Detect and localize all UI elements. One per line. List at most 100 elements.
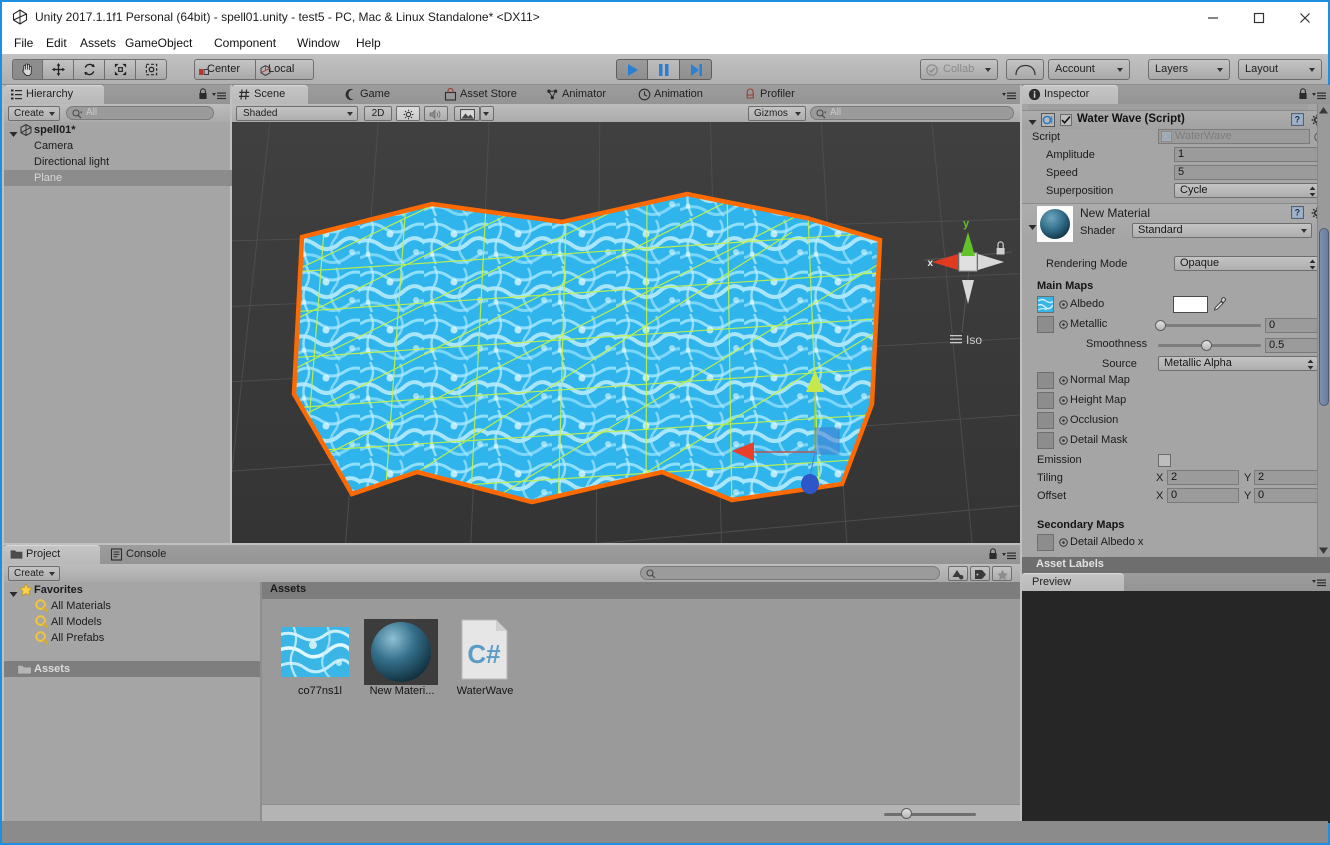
scene-gizmos-dropdown[interactable]: Gizmos: [748, 106, 806, 121]
project-create-button[interactable]: Create: [8, 566, 60, 581]
tiling-x-field[interactable]: 2: [1167, 470, 1239, 485]
field-value-superposition[interactable]: Cycle: [1174, 183, 1320, 198]
tab-console[interactable]: Console: [104, 545, 186, 564]
preview-viewport[interactable]: [1022, 591, 1330, 823]
collab-button[interactable]: Collab: [920, 59, 998, 80]
shader-dropdown[interactable]: Standard: [1132, 223, 1312, 238]
source-dropdown[interactable]: Metallic Alpha: [1158, 356, 1318, 371]
tiling-y-field[interactable]: 2: [1254, 470, 1326, 485]
pause-button[interactable]: [648, 59, 680, 80]
eyedropper-icon[interactable]: [1212, 296, 1228, 315]
filter-by-favorite-button[interactable]: [992, 566, 1012, 581]
hierarchy-search-input[interactable]: All: [66, 106, 214, 120]
panel-menu-icon[interactable]: [212, 91, 226, 103]
offset-x-field[interactable]: 0: [1167, 488, 1239, 503]
scene-2d-toggle[interactable]: 2D: [364, 106, 392, 121]
cloud-button[interactable]: [1006, 59, 1044, 80]
metallic-toggle-icon[interactable]: [1059, 320, 1068, 332]
tab-animator[interactable]: Animator: [540, 85, 620, 104]
project-lock-icon[interactable]: [988, 548, 998, 563]
tab-game[interactable]: Game: [338, 85, 408, 104]
normal-map-texture-slot[interactable]: [1037, 372, 1054, 389]
emission-checkbox[interactable]: [1158, 454, 1171, 467]
hierarchy-row-plane[interactable]: Plane: [4, 170, 260, 186]
scale-tool[interactable]: [105, 59, 136, 80]
move-tool[interactable]: [43, 59, 74, 80]
tab-hierarchy[interactable]: Hierarchy: [4, 85, 104, 104]
smoothness-value-field[interactable]: 0.5: [1265, 338, 1318, 353]
layout-button[interactable]: Layout: [1238, 59, 1322, 80]
component-header-water-wave[interactable]: Water Wave (Script) ?: [1022, 110, 1330, 129]
panel-menu-icon[interactable]: [1312, 91, 1326, 103]
metallic-slider[interactable]: [1158, 324, 1261, 327]
chevron-down-icon[interactable]: [1028, 222, 1037, 234]
menu-component[interactable]: Component: [208, 35, 282, 52]
menu-edit[interactable]: Edit: [40, 35, 73, 52]
detail-mask-texture-slot[interactable]: [1037, 432, 1054, 449]
preview-menu-icon[interactable]: [1312, 578, 1326, 590]
scene-draw-mode-dropdown[interactable]: Shaded: [236, 106, 358, 121]
play-button[interactable]: [616, 59, 648, 80]
height-map-toggle-icon[interactable]: [1059, 396, 1068, 408]
project-panel-menu-icon[interactable]: [1002, 551, 1016, 563]
inspector-scrollbar[interactable]: [1317, 104, 1330, 557]
menu-file[interactable]: File: [8, 35, 39, 52]
inspector-scroll-thumb[interactable]: [1319, 228, 1329, 406]
occlusion-toggle-icon[interactable]: [1059, 416, 1068, 428]
step-button[interactable]: [680, 59, 712, 80]
menu-window[interactable]: Window: [291, 35, 346, 52]
project-tree-favorites[interactable]: Favorites: [4, 582, 290, 598]
lock-icon[interactable]: [1298, 88, 1308, 103]
rendering-mode-dropdown[interactable]: Opaque: [1174, 256, 1320, 271]
project-search-input[interactable]: [640, 566, 940, 580]
lock-icon[interactable]: [198, 88, 208, 103]
rotate-tool[interactable]: [74, 59, 105, 80]
scene-fx-toggle[interactable]: [454, 106, 480, 121]
detail-mask-toggle-icon[interactable]: [1059, 436, 1068, 448]
help-icon[interactable]: ?: [1291, 206, 1304, 222]
scene-lighting-toggle[interactable]: [396, 106, 420, 121]
offset-y-field[interactable]: 0: [1254, 488, 1326, 503]
detail-albedo-texture-slot[interactable]: [1037, 534, 1054, 551]
tab-scene[interactable]: Scene: [232, 85, 308, 104]
filter-by-label-button[interactable]: [970, 566, 990, 581]
metallic-texture-slot[interactable]: [1037, 316, 1054, 333]
minimize-icon[interactable]: [1190, 2, 1236, 33]
normal-map-toggle-icon[interactable]: [1059, 376, 1068, 388]
scene-fx-dropdown[interactable]: [480, 106, 494, 121]
smoothness-slider-knob[interactable]: [1201, 340, 1212, 351]
hand-tool[interactable]: [12, 59, 43, 80]
tab-preview[interactable]: Preview: [1022, 573, 1124, 591]
scene-audio-toggle[interactable]: [424, 106, 448, 121]
account-button[interactable]: Account: [1048, 59, 1130, 80]
metallic-slider-knob[interactable]: [1155, 320, 1166, 331]
layers-button[interactable]: Layers: [1148, 59, 1230, 80]
field-value-script[interactable]: WaterWave: [1158, 129, 1310, 144]
albedo-texture-slot[interactable]: [1035, 296, 1055, 313]
grid-zoom-slider[interactable]: [884, 813, 976, 816]
scene-viewport[interactable]: y x Iso: [232, 122, 1020, 543]
scene-panel-menu-icon[interactable]: [1002, 91, 1016, 103]
filter-by-type-button[interactable]: [948, 566, 968, 581]
tab-project[interactable]: Project: [4, 545, 100, 564]
tab-animation[interactable]: Animation: [632, 85, 720, 104]
menu-gameobject[interactable]: GameObject: [119, 35, 198, 52]
asset-labels-bar[interactable]: Asset Labels: [1022, 557, 1330, 573]
metallic-value-field[interactable]: 0: [1265, 318, 1318, 333]
component-header-material[interactable]: New Material Shader Standard ?: [1022, 203, 1330, 244]
hierarchy-create-button[interactable]: Create: [8, 106, 60, 121]
field-value-amplitude[interactable]: 1: [1174, 147, 1320, 162]
menu-assets[interactable]: Assets: [74, 35, 122, 52]
hierarchy-row-camera[interactable]: Camera: [4, 138, 260, 154]
occlusion-texture-slot[interactable]: [1037, 412, 1054, 429]
hierarchy-row-directional-light[interactable]: Directional light: [4, 154, 260, 170]
tab-profiler[interactable]: Profiler: [738, 85, 814, 104]
component-enabled-checkbox[interactable]: [1060, 114, 1072, 126]
pivot-mode-button[interactable]: Center: [194, 59, 256, 80]
scene-search-input[interactable]: All: [810, 106, 1014, 120]
help-icon[interactable]: ?: [1291, 113, 1304, 129]
hierarchy-row-scene[interactable]: spell01*: [4, 122, 260, 138]
maximize-icon[interactable]: [1236, 2, 1282, 33]
detail-albedo-toggle-icon[interactable]: [1059, 538, 1068, 550]
chevron-down-icon[interactable]: [1028, 117, 1037, 129]
